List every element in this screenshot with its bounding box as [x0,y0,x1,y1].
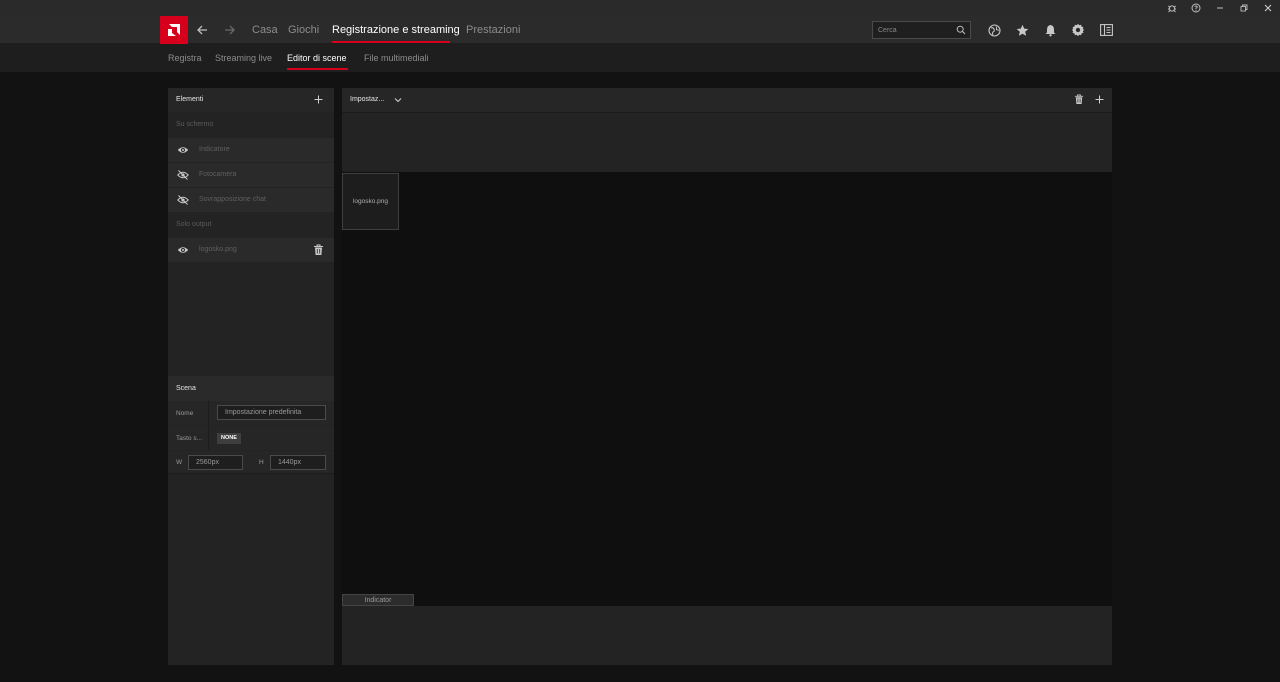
element-label: Indicatore [199,146,230,153]
element-label: Fotocamera [199,171,237,178]
nav-tab-games[interactable]: Giochi [288,24,319,37]
amd-logo-icon[interactable] [160,16,188,44]
on-screen-section-label: Su schermo [176,121,214,128]
subnav-tab-live-streaming[interactable]: Streaming live [215,53,272,64]
scene-bottom-strip [342,606,1112,665]
star-icon[interactable] [1014,22,1030,38]
trash-icon[interactable] [313,244,324,256]
divider [208,426,209,450]
forward-arrow-icon[interactable] [222,22,238,38]
elements-header: Elementi [168,88,334,112]
add-element-icon[interactable] [313,94,324,105]
minimize-icon[interactable] [1208,0,1232,16]
indicator-tab-label: Indicator [364,596,392,604]
scene-title: Scena [176,385,196,392]
top-navigation [0,16,1280,44]
close-icon[interactable] [1256,0,1280,16]
sidebar-panel-icon[interactable] [1098,22,1114,38]
search-input[interactable] [878,24,954,36]
height-input[interactable]: 1440px [270,455,326,470]
chevron-down-icon[interactable] [393,95,403,105]
element-row-camera[interactable]: Fotocamera [168,163,334,187]
search-box [872,21,971,39]
width-label: W [176,459,183,466]
active-subtab-underline [287,68,348,70]
height-label: H [259,459,264,466]
subnav-tab-record[interactable]: Registra [168,53,202,64]
canvas-item-label: logosko.png [352,198,389,205]
eye-icon[interactable] [177,244,189,256]
eye-icon[interactable] [177,144,189,156]
scene-editor-toolbar [342,88,1112,112]
back-arrow-icon[interactable] [194,22,210,38]
globe-icon[interactable] [986,22,1002,38]
element-row-chat-overlay[interactable]: Sovrapposizione chat [168,188,334,212]
scene-name-label: Nome [176,410,194,417]
restore-icon[interactable] [1232,0,1256,16]
delete-scene-icon[interactable] [1074,94,1084,105]
output-only-section-label: Solo output [176,221,212,228]
bell-icon[interactable] [1042,22,1058,38]
scene-canvas-area[interactable] [342,88,1112,665]
title-bar [0,0,1280,16]
indicator-tab[interactable]: Indicator [342,594,414,606]
search-icon[interactable] [956,25,966,35]
active-tab-underline [332,41,450,43]
nav-tab-performance[interactable]: Prestazioni [466,24,520,37]
scene-top-strip [342,112,1112,172]
scene-header: Scena [168,376,334,401]
scene-selector[interactable]: Impostaz... [350,96,384,103]
hotkey-badge[interactable]: NONE [217,433,241,444]
divider [208,401,209,425]
help-icon[interactable] [1184,0,1208,16]
bug-report-icon[interactable] [1160,0,1184,16]
eye-off-icon[interactable] [177,194,189,206]
eye-off-icon[interactable] [177,169,189,181]
element-row-indicator[interactable]: Indicatore [168,138,334,162]
element-label: Sovrapposizione chat [199,196,266,203]
subnav-tab-media-files[interactable]: File multimediali [364,53,429,64]
elements-title: Elementi [176,96,204,103]
subnav-tab-scene-editor[interactable]: Editor di scene [287,53,347,64]
scene-name-input[interactable]: Impostazione predefinita [217,405,326,420]
scene-hotkey-label: Tasto s... [176,435,203,442]
width-input[interactable]: 2560px [188,455,243,470]
gear-icon[interactable] [1070,22,1086,38]
element-label: logosko.png [199,246,237,253]
element-row-logosko[interactable]: logosko.png [168,238,334,262]
canvas-item-logosko[interactable]: logosko.png [342,173,399,230]
add-scene-icon[interactable] [1094,94,1105,105]
nav-tab-home[interactable]: Casa [252,24,278,37]
nav-tab-recording-streaming[interactable]: Registrazione e streaming [332,24,460,37]
